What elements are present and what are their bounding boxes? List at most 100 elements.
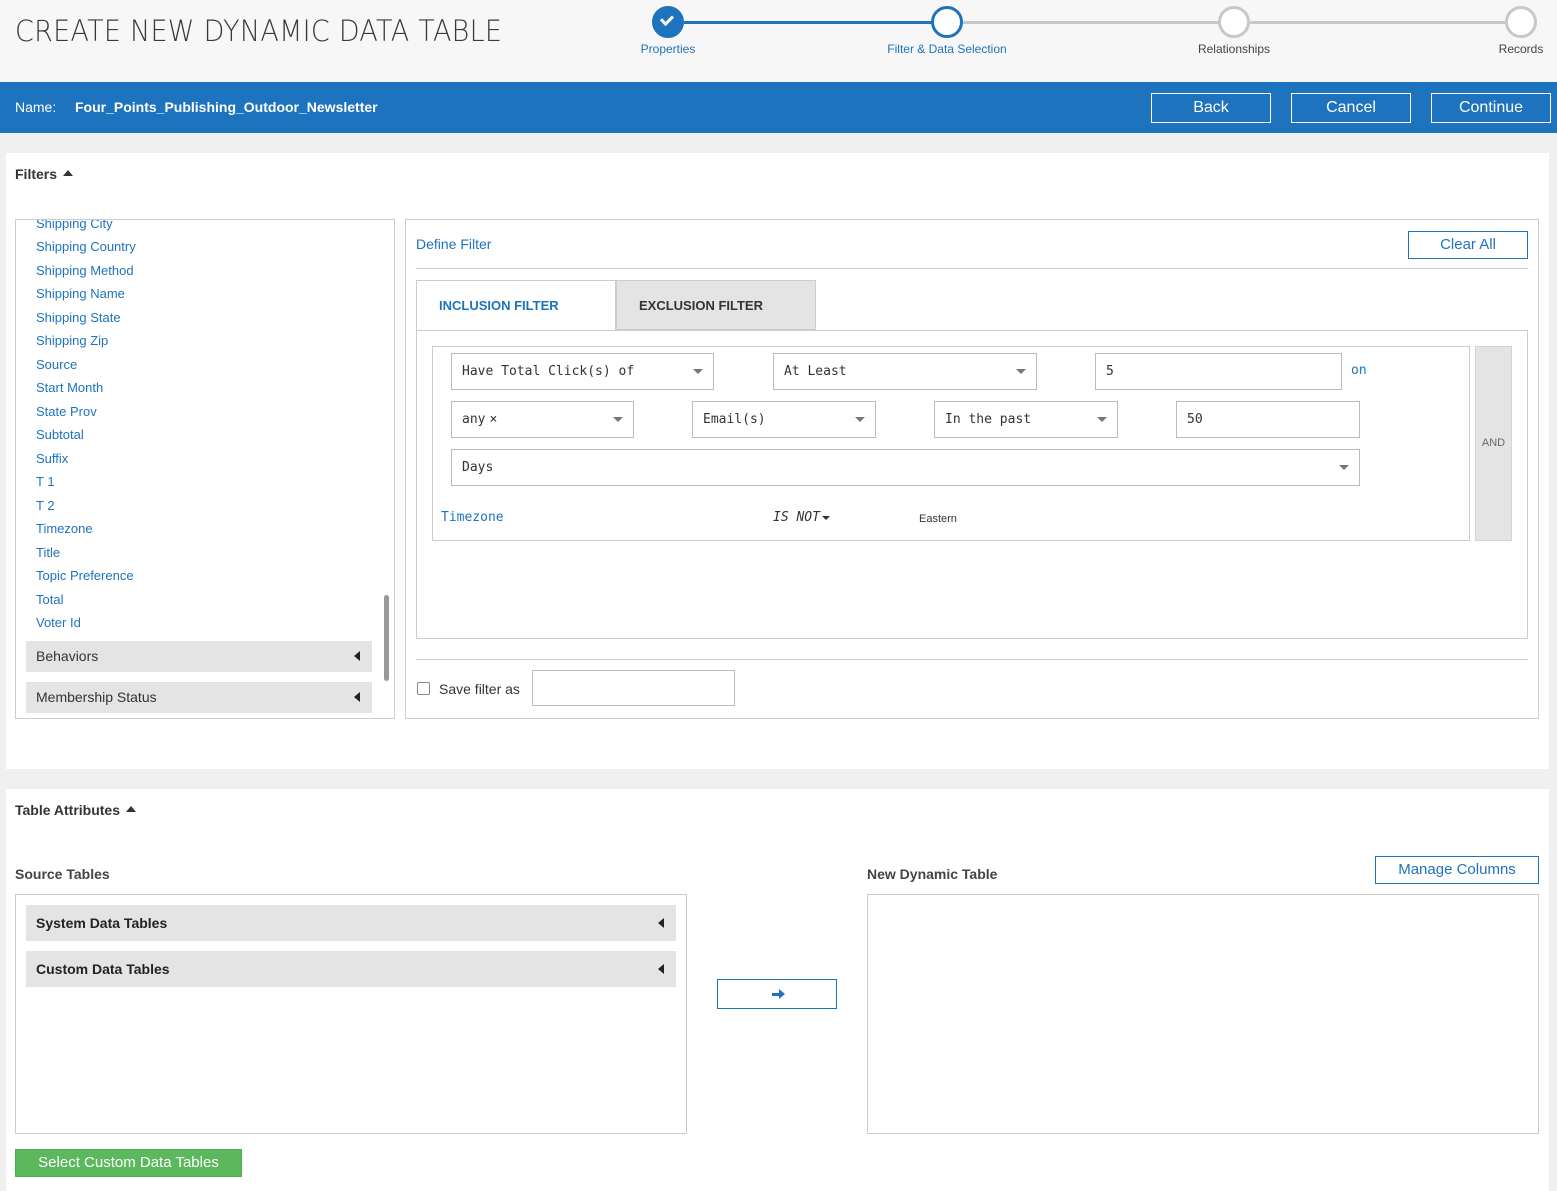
field-item-shipping-city[interactable]: Shipping City (36, 220, 113, 231)
inclusion-filter-content: Have Total Click(s) of At Least 5 on any… (416, 330, 1528, 639)
field-item-start-month[interactable]: Start Month (36, 380, 103, 395)
on-link[interactable]: on (1351, 363, 1367, 378)
scope-clear-icon[interactable]: × (489, 412, 497, 427)
field-item-shipping-method[interactable]: Shipping Method (36, 263, 134, 278)
field-item-state-prov[interactable]: State Prov (36, 404, 97, 419)
field-item-voter-id[interactable]: Voter Id (36, 615, 81, 630)
clear-all-button[interactable]: Clear All (1408, 231, 1528, 259)
name-bar: Name: Four_Points_Publishing_Outdoor_New… (0, 82, 1557, 133)
condition-operator-dropdown[interactable]: IS NOT (773, 510, 830, 525)
divider (416, 268, 1528, 269)
field-item-shipping-zip[interactable]: Shipping Zip (36, 333, 108, 348)
condition-field-link[interactable]: Timezone (441, 510, 504, 525)
metric-select-value: Have Total Click(s) of (462, 364, 635, 379)
table-attributes-title: Table Attributes (15, 802, 121, 818)
dropdown-icon (855, 417, 865, 422)
field-item-t1[interactable]: T 1 (36, 474, 55, 489)
field-list[interactable]: Shipping City Shipping Country Shipping … (15, 219, 395, 719)
caret-up-icon[interactable] (126, 806, 137, 813)
field-item-topic-preference[interactable]: Topic Preference (36, 568, 134, 583)
continue-button[interactable]: Continue (1431, 93, 1551, 123)
define-filter-box: Define Filter Clear All INCLUSION FILTER… (405, 219, 1539, 719)
custom-data-tables-group[interactable]: Custom Data Tables (26, 951, 676, 987)
dropdown-icon (693, 369, 703, 374)
field-item-shipping-state[interactable]: Shipping State (36, 310, 121, 325)
time-value-input[interactable]: 50 (1176, 401, 1360, 438)
step-filter-label[interactable]: Filter & Data Selection (867, 42, 1027, 56)
define-filter-title: Define Filter (416, 236, 492, 252)
table-name-value: Four_Points_Publishing_Outdoor_Newslette… (75, 99, 378, 115)
system-data-tables-group[interactable]: System Data Tables (26, 905, 676, 941)
step-filter-circle[interactable] (931, 6, 963, 38)
progress-stepper: Properties Filter & Data Selection Relat… (0, 0, 1557, 82)
step-properties-circle[interactable] (652, 6, 684, 38)
step-records-circle (1505, 6, 1537, 38)
and-button[interactable]: AND (1475, 346, 1512, 541)
step-properties-label[interactable]: Properties (588, 42, 748, 56)
tab-inclusion-filter[interactable]: INCLUSION FILTER (416, 280, 616, 330)
field-item-total[interactable]: Total (36, 592, 63, 607)
group-behaviors[interactable]: Behaviors (26, 641, 372, 672)
divider (416, 659, 1528, 660)
field-item-title[interactable]: Title (36, 545, 60, 560)
group-membership-status[interactable]: Membership Status (26, 682, 372, 713)
caret-left-icon (354, 692, 360, 702)
save-filter-label: Save filter as (439, 681, 520, 697)
step-connector (963, 21, 1219, 24)
time-unit-select-value: Days (462, 460, 494, 475)
field-item-suffix[interactable]: Suffix (36, 451, 68, 466)
back-button[interactable]: Back (1151, 93, 1271, 123)
manage-columns-button[interactable]: Manage Columns (1375, 856, 1539, 884)
new-dynamic-table-list[interactable] (867, 894, 1539, 1134)
system-data-tables-label: System Data Tables (36, 915, 168, 931)
metric-select[interactable]: Have Total Click(s) of (451, 353, 714, 390)
comparator-select-value: At Least (784, 364, 847, 379)
field-item-timezone[interactable]: Timezone (36, 521, 93, 536)
caret-left-icon (658, 964, 664, 974)
scope-select[interactable]: any × (451, 401, 634, 438)
dropdown-icon (613, 417, 623, 422)
save-filter-checkbox[interactable] (417, 682, 430, 695)
condition-value[interactable]: Eastern (919, 513, 957, 525)
time-mode-select[interactable]: In the past (934, 401, 1118, 438)
source-tables-label: Source Tables (15, 866, 110, 882)
count-input[interactable]: 5 (1095, 353, 1342, 390)
custom-data-tables-label: Custom Data Tables (36, 961, 170, 977)
save-filter-name-input[interactable] (532, 670, 735, 706)
filters-title: Filters (15, 166, 58, 182)
dropdown-icon (1097, 417, 1107, 422)
check-icon (659, 11, 675, 27)
step-connector-done (684, 21, 934, 24)
step-relationships-circle (1218, 6, 1250, 38)
field-item-subtotal[interactable]: Subtotal (36, 427, 84, 442)
page-header: CREATE NEW DYNAMIC DATA TABLE Properties… (0, 0, 1557, 82)
field-item-source[interactable]: Source (36, 357, 77, 372)
caret-up-icon[interactable] (63, 170, 74, 177)
move-right-button[interactable] (717, 979, 837, 1009)
time-mode-select-value: In the past (945, 412, 1032, 427)
field-item-t2[interactable]: T 2 (36, 498, 55, 513)
select-custom-data-tables-button[interactable]: Select Custom Data Tables (15, 1149, 242, 1177)
channel-select[interactable]: Email(s) (692, 401, 876, 438)
field-item-shipping-country[interactable]: Shipping Country (36, 239, 136, 254)
table-attributes-header[interactable]: Table Attributes (15, 802, 137, 818)
group-membership-label: Membership Status (36, 689, 157, 705)
dropdown-icon (1016, 369, 1026, 374)
time-unit-select[interactable]: Days (451, 449, 1360, 486)
caret-left-icon (354, 651, 360, 661)
tab-exclusion-filter[interactable]: EXCLUSION FILTER (616, 280, 816, 330)
new-dynamic-table-label: New Dynamic Table (867, 866, 998, 882)
name-label: Name: (15, 99, 57, 115)
dropdown-icon (821, 515, 830, 520)
filters-section-header[interactable]: Filters (15, 166, 74, 182)
filter-rule: Have Total Click(s) of At Least 5 on any… (432, 346, 1470, 541)
field-item-shipping-name[interactable]: Shipping Name (36, 286, 125, 301)
step-records-label: Records (1498, 42, 1544, 56)
cancel-button[interactable]: Cancel (1291, 93, 1411, 123)
field-list-scrollbar[interactable] (384, 595, 389, 681)
dropdown-icon (1339, 465, 1349, 470)
comparator-select[interactable]: At Least (773, 353, 1037, 390)
step-relationships-label: Relationships (1197, 42, 1271, 56)
caret-left-icon (658, 918, 664, 928)
condition-operator-value: IS NOT (773, 510, 820, 525)
